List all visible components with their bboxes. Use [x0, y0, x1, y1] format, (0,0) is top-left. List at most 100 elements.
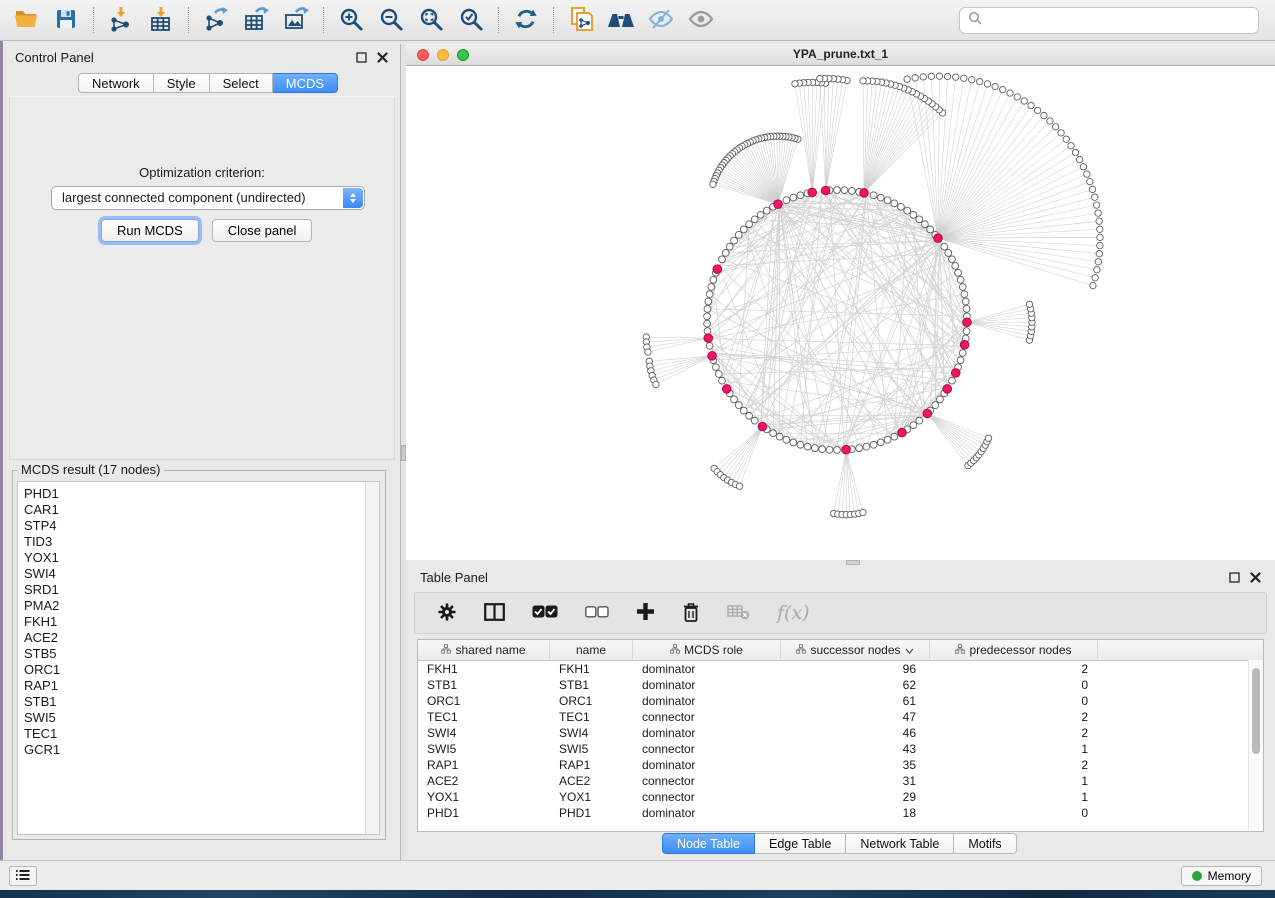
scrollbar-thumb[interactable] — [1252, 668, 1260, 754]
result-node-item[interactable]: FKH1 — [18, 614, 379, 630]
tab-network[interactable]: Network — [78, 73, 154, 93]
table-tab-motifs[interactable]: Motifs — [954, 833, 1016, 854]
table-cell[interactable]: 2 — [930, 758, 1098, 772]
table-cell[interactable]: TEC1 — [418, 710, 550, 724]
save-session-button[interactable] — [46, 3, 86, 37]
table-cell[interactable]: 46 — [781, 726, 930, 740]
delete-row-button[interactable] — [682, 602, 700, 625]
table-cell[interactable]: connector — [633, 710, 781, 724]
show-graphics-details-button[interactable] — [681, 3, 721, 37]
table-row[interactable]: SWI5SWI5connector431 — [418, 741, 1263, 757]
table-tab-network-table[interactable]: Network Table — [846, 833, 954, 854]
open-file-button[interactable] — [6, 3, 46, 37]
result-node-item[interactable]: STB1 — [18, 694, 379, 710]
result-node-item[interactable]: TID3 — [18, 534, 379, 550]
zoom-fit-button[interactable] — [411, 3, 451, 37]
memory-button[interactable]: Memory — [1181, 866, 1262, 886]
table-cell[interactable]: connector — [633, 774, 781, 788]
table-cell[interactable]: 2 — [930, 726, 1098, 740]
export-table-button[interactable] — [236, 3, 276, 37]
result-node-item[interactable]: RAP1 — [18, 678, 379, 694]
result-node-item[interactable]: PHD1 — [18, 486, 379, 502]
add-row-button[interactable] — [636, 602, 655, 624]
table-cell[interactable]: 47 — [781, 710, 930, 724]
column-header-name[interactable]: name — [550, 640, 633, 660]
table-cell[interactable]: PHD1 — [550, 806, 633, 820]
window-minimize-button[interactable] — [437, 49, 449, 61]
table-cell[interactable]: 18 — [781, 806, 930, 820]
table-cell[interactable]: ORC1 — [550, 694, 633, 708]
table-tab-edge-table[interactable]: Edge Table — [755, 833, 846, 854]
table-cell[interactable]: dominator — [633, 678, 781, 692]
table-cell[interactable]: 61 — [781, 694, 930, 708]
table-cell[interactable]: ACE2 — [550, 774, 633, 788]
table-cell[interactable]: 43 — [781, 742, 930, 756]
table-row[interactable]: RAP1RAP1dominator352 — [418, 757, 1263, 773]
table-cell[interactable]: dominator — [633, 694, 781, 708]
table-cell[interactable]: STB1 — [550, 678, 633, 692]
tab-style[interactable]: Style — [154, 73, 210, 93]
table-cell[interactable]: dominator — [633, 726, 781, 740]
zoom-in-button[interactable] — [331, 3, 371, 37]
table-cell[interactable]: 96 — [781, 662, 930, 676]
tab-select[interactable]: Select — [210, 73, 273, 93]
column-header-shared-name[interactable]: shared name — [418, 640, 550, 660]
result-node-item[interactable]: PMA2 — [18, 598, 379, 614]
result-node-item[interactable]: STB5 — [18, 646, 379, 662]
refresh-view-button[interactable] — [506, 3, 546, 37]
close-panel-button[interactable] — [377, 52, 388, 63]
select-all-rows-button[interactable] — [532, 605, 558, 621]
table-cell[interactable]: SWI4 — [418, 726, 550, 740]
zoom-selected-button[interactable] — [451, 3, 491, 37]
settings-gear-button[interactable] — [437, 602, 457, 625]
result-node-item[interactable]: YOX1 — [18, 550, 379, 566]
table-cell[interactable]: 0 — [930, 678, 1098, 692]
table-cell[interactable]: SWI5 — [550, 742, 633, 756]
window-maximize-button[interactable] — [457, 49, 469, 61]
table-cell[interactable]: 2 — [930, 710, 1098, 724]
result-node-item[interactable]: ORC1 — [18, 662, 379, 678]
run-mcds-button[interactable]: Run MCDS — [101, 219, 199, 242]
table-cell[interactable]: TEC1 — [550, 710, 633, 724]
table-row[interactable]: ACE2ACE2connector311 — [418, 773, 1263, 789]
table-cell[interactable]: ORC1 — [418, 694, 550, 708]
table-cell[interactable]: 1 — [930, 742, 1098, 756]
table-scrollbar[interactable] — [1248, 660, 1263, 831]
table-row[interactable]: STB1STB1dominator620 — [418, 677, 1263, 693]
table-cell[interactable]: 29 — [781, 790, 930, 804]
duplicate-network-button[interactable] — [561, 3, 601, 37]
table-cell[interactable]: FKH1 — [418, 662, 550, 676]
table-cell[interactable]: YOX1 — [418, 790, 550, 804]
table-cell[interactable]: FKH1 — [550, 662, 633, 676]
result-node-item[interactable]: ACE2 — [18, 630, 379, 646]
table-cell[interactable]: 1 — [930, 790, 1098, 804]
table-tab-node-table[interactable]: Node Table — [662, 833, 755, 854]
mcds-result-list[interactable]: PHD1CAR1STP4TID3YOX1SWI4SRD1PMA2FKH1ACE2… — [17, 481, 380, 835]
table-row[interactable]: ORC1ORC1dominator610 — [418, 693, 1263, 709]
column-header-predecessor-nodes[interactable]: predecessor nodes — [930, 640, 1098, 660]
task-history-button[interactable] — [9, 866, 37, 886]
table-cell[interactable]: dominator — [633, 806, 781, 820]
table-cell[interactable]: connector — [633, 790, 781, 804]
tab-mcds[interactable]: MCDS — [273, 73, 338, 93]
search-network-button[interactable] — [601, 3, 641, 37]
table-cell[interactable]: 31 — [781, 774, 930, 788]
deselect-all-rows-button[interactable] — [585, 606, 609, 621]
table-cell[interactable]: dominator — [633, 662, 781, 676]
float-panel-button[interactable] — [356, 52, 367, 63]
optimization-dropdown[interactable]: largest connected component (undirected) — [51, 186, 365, 210]
table-cell[interactable]: 2 — [930, 662, 1098, 676]
table-cell[interactable]: connector — [633, 742, 781, 756]
delete-table-button[interactable] — [727, 604, 750, 623]
column-header-successor-nodes[interactable]: successor nodes — [781, 640, 930, 660]
table-cell[interactable]: 0 — [930, 806, 1098, 820]
table-cell[interactable]: 35 — [781, 758, 930, 772]
table-cell[interactable]: 62 — [781, 678, 930, 692]
result-node-item[interactable]: SWI5 — [18, 710, 379, 726]
zoom-out-button[interactable] — [371, 3, 411, 37]
result-node-item[interactable]: GCR1 — [18, 742, 379, 758]
table-row[interactable]: FKH1FKH1dominator962 — [418, 661, 1263, 677]
result-node-item[interactable]: CAR1 — [18, 502, 379, 518]
search-input[interactable] — [988, 12, 1250, 28]
float-table-panel-button[interactable] — [1229, 572, 1240, 583]
